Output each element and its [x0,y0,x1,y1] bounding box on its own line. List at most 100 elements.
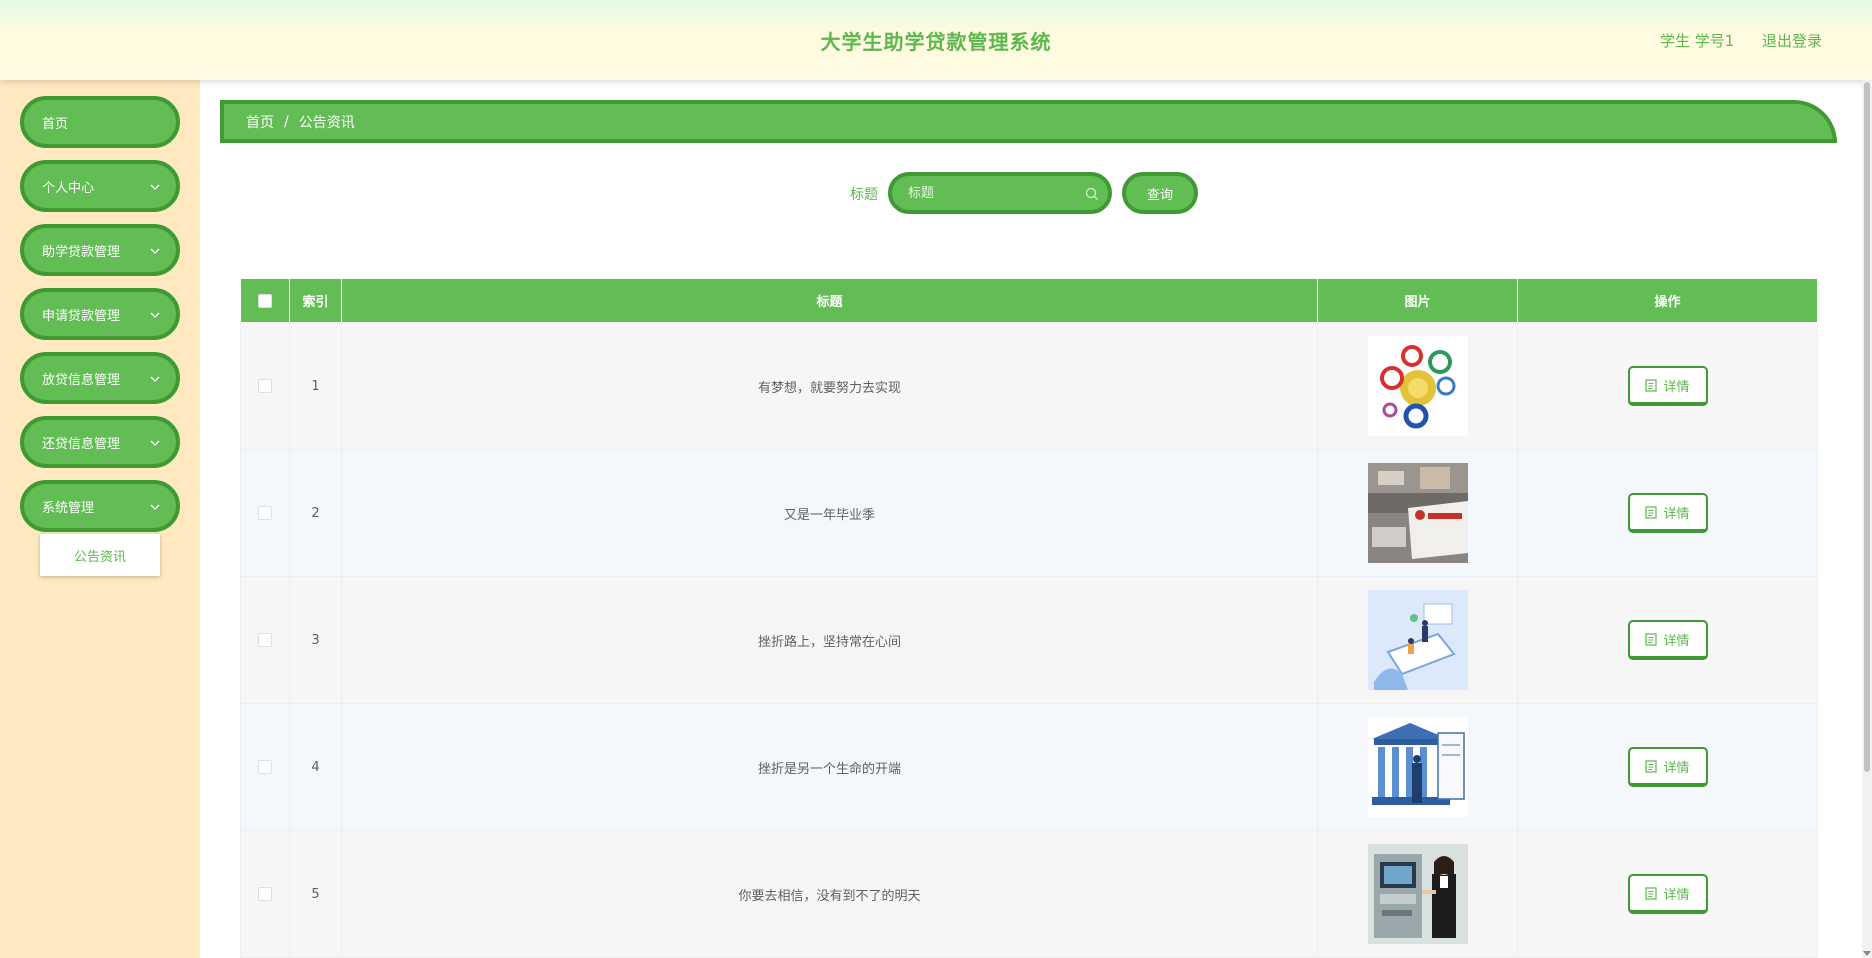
detail-button-label: 详情 [1663,506,1690,522]
search-button[interactable]: 查询 [1122,172,1198,214]
row-image-cell [1317,703,1518,831]
row-actions-cell: 详情 [1517,576,1818,704]
detail-button[interactable]: 详情 [1627,366,1708,406]
row-actions-cell: 详情 [1517,830,1818,958]
search-input[interactable] [892,176,1108,210]
breadcrumb-home[interactable]: 首页 [246,112,274,132]
row-select-cell [240,830,290,958]
column-header-image: 图片 [1317,278,1518,323]
current-user: 学生 学号1 [1660,32,1735,50]
announcements-table: 索引 标题 图片 操作 1 有梦想，就要努力去实现 详情 2 又是一年毕业季 详… [240,278,1818,958]
row-index: 4 [289,703,342,831]
sidebar-item-student-loan[interactable]: 助学贷款管理 [20,224,180,276]
chevron-down-icon [150,248,160,254]
row-image-cell [1317,576,1518,704]
sidebar-item-home[interactable]: 首页 [20,96,180,148]
bank-counter-thumbnail-icon[interactable] [1367,463,1468,563]
row-checkbox[interactable] [258,633,272,647]
row-select-cell [240,703,290,831]
sidebar-item-label: 个人中心 [42,180,95,196]
table-row: 5 你要去相信，没有到不了的明天 详情 [240,830,1818,958]
detail-button-label: 详情 [1663,379,1690,395]
select-all-cell [240,278,290,323]
document-icon [1645,886,1658,900]
search-icon [1085,187,1098,200]
row-title: 有梦想，就要努力去实现 [341,322,1318,450]
detail-button[interactable]: 详情 [1627,874,1708,914]
breadcrumb-current: 公告资讯 [298,114,355,131]
logout-link[interactable]: 退出登录 [1762,30,1822,51]
row-actions-cell: 详情 [1517,703,1818,831]
sidebar-item-label: 首页 [42,116,69,132]
page-scrollbar[interactable] [1862,80,1872,958]
table-row: 2 又是一年毕业季 详情 [240,449,1818,577]
row-index: 5 [289,830,342,958]
sidebar-item-loan-application[interactable]: 申请贷款管理 [20,288,180,340]
scrollbar-thumb[interactable] [1864,82,1870,772]
detail-button-label: 详情 [1663,633,1690,649]
row-image-cell [1317,449,1518,577]
sidebar-item-label: 放贷信息管理 [42,372,121,388]
sidebar-item-label: 还贷信息管理 [42,436,121,452]
search-label: 标题 [850,187,878,203]
row-index: 3 [289,576,342,704]
row-checkbox[interactable] [258,760,272,774]
sidebar-item-system[interactable]: 系统管理 [20,480,180,532]
bank-building-thumbnail-icon[interactable] [1367,717,1468,817]
document-icon [1645,378,1658,392]
top-header: 大学生助学贷款管理系统 学生 学号1 退出登录 [0,0,1872,80]
chevron-down-icon [150,376,160,382]
document-icon [1645,632,1658,646]
bank-logos-thumbnail-icon[interactable] [1367,336,1468,436]
row-select-cell [240,322,290,450]
sidebar-item-personal-center[interactable]: 个人中心 [20,160,180,212]
chevron-down-icon [150,184,160,190]
detail-button[interactable]: 详情 [1627,620,1708,660]
detail-button[interactable]: 详情 [1627,747,1708,787]
breadcrumb-separator: / [284,113,289,130]
atm-service-thumbnail-icon[interactable] [1367,844,1468,944]
row-title: 又是一年毕业季 [341,449,1318,577]
chevron-down-icon [150,440,160,446]
search-field [888,172,1112,214]
column-header-index: 索引 [289,278,342,323]
row-select-cell [240,576,290,704]
chevron-down-icon [150,504,160,510]
row-title: 挫折是另一个生命的开端 [341,703,1318,831]
row-index: 1 [289,322,342,450]
row-checkbox[interactable] [258,887,272,901]
sidebar-item-repayment[interactable]: 还贷信息管理 [20,416,180,468]
document-icon [1645,759,1658,773]
sidebar-item-disbursement[interactable]: 放贷信息管理 [20,352,180,404]
row-actions-cell: 详情 [1517,322,1818,450]
table-header-row: 索引 标题 图片 操作 [240,278,1818,323]
phone-illustration-thumbnail-icon[interactable] [1367,590,1468,690]
column-header-title: 标题 [341,278,1318,323]
sidebar: 首页 个人中心 助学贷款管理 申请贷款管理 放贷信息管理 还贷信息管理 系统管理… [0,80,200,958]
row-title: 你要去相信，没有到不了的明天 [341,830,1318,958]
sidebar-item-label: 申请贷款管理 [42,308,121,324]
row-title: 挫折路上，坚持常在心间 [341,576,1318,704]
column-header-actions: 操作 [1517,278,1818,323]
row-checkbox[interactable] [258,379,272,393]
sidebar-item-label: 助学贷款管理 [42,244,121,260]
table-row: 3 挫折路上，坚持常在心间 详情 [240,576,1818,704]
row-select-cell [240,449,290,577]
row-index: 2 [289,449,342,577]
table-row: 1 有梦想，就要努力去实现 详情 [240,322,1818,450]
select-all-checkbox[interactable] [258,293,272,308]
scroll-down-arrow-icon[interactable] [1863,951,1871,956]
row-image-cell [1317,322,1518,450]
detail-button-label: 详情 [1663,760,1690,776]
document-icon [1645,505,1658,519]
chevron-down-icon [150,312,160,318]
sidebar-item-label: 系统管理 [42,500,95,516]
row-actions-cell: 详情 [1517,449,1818,577]
sidebar-subitem-announcements[interactable]: 公告资讯 [40,534,160,576]
breadcrumb: 首页 / 公告资讯 [220,100,1837,143]
detail-button-label: 详情 [1663,887,1690,903]
table-row: 4 挫折是另一个生命的开端 详情 [240,703,1818,831]
row-image-cell [1317,830,1518,958]
row-checkbox[interactable] [258,506,272,520]
detail-button[interactable]: 详情 [1627,493,1708,533]
